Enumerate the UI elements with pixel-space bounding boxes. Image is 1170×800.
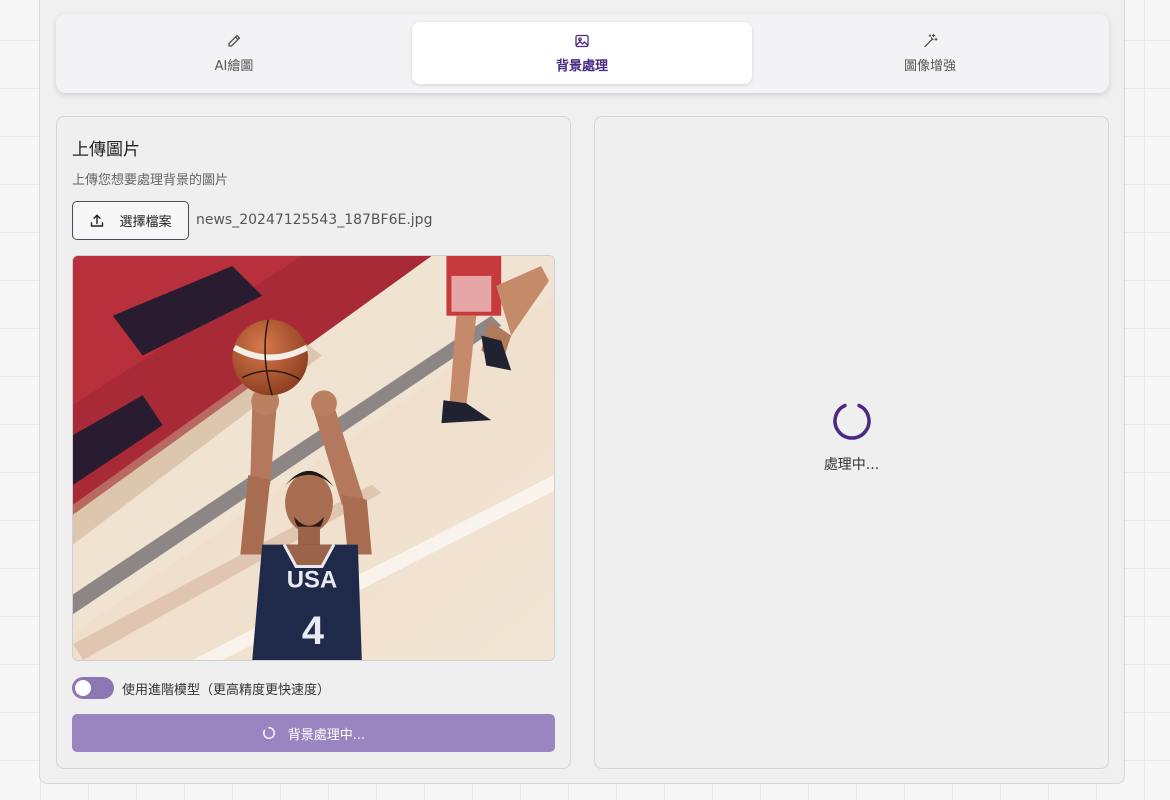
upload-subtitle: 上傳您想要處理背景的圖片: [72, 173, 229, 188]
toggle-knob: [75, 680, 91, 696]
upload-icon: [91, 214, 104, 227]
choose-file-label: 選擇檔案: [119, 215, 172, 230]
tab-ai-drawing-label: AI繪圖: [214, 58, 254, 74]
upload-title: 上傳圖片: [72, 140, 140, 160]
tab-background-processing-label: 背景處理: [555, 58, 608, 74]
image-preview: USA 4: [72, 255, 555, 661]
selected-file-name: news_20247125543_187BF6E.jpg: [196, 212, 433, 228]
magic-wand-icon: [924, 33, 938, 47]
advanced-model-toggle[interactable]: [72, 677, 114, 699]
tab-image-enhance-label: 圖像增強: [903, 58, 956, 74]
spinner-icon: [262, 727, 275, 739]
tab-ai-drawing[interactable]: AI繪圖: [64, 22, 404, 84]
advanced-model-option: 使用進階模型（更高精度更快速度）: [72, 676, 330, 700]
jersey-number: 4: [302, 609, 324, 653]
advanced-model-label: 使用進階模型（更高精度更快速度）: [122, 682, 331, 698]
basketball-player-photo: USA 4: [73, 256, 554, 660]
pencil-icon: [228, 34, 241, 47]
processing-status: 處理中...: [823, 457, 880, 473]
process-button-label: 背景處理中...: [287, 727, 366, 743]
loading-indicator: 處理中...: [595, 400, 1108, 474]
choose-file-button[interactable]: 選擇檔案: [72, 201, 189, 240]
image-icon: [575, 34, 589, 47]
loading-spinner-icon: [832, 403, 871, 440]
tab-image-enhance[interactable]: 圖像增強: [760, 22, 1100, 84]
jersey-text: USA: [287, 566, 337, 593]
process-background-button[interactable]: 背景處理中...: [72, 714, 555, 752]
tab-background-processing[interactable]: 背景處理: [412, 22, 752, 84]
result-panel: 處理中...: [594, 116, 1109, 769]
mode-tab-bar: AI繪圖 背景處理 圖像增強: [56, 14, 1109, 93]
upload-panel: 上傳圖片 上傳您想要處理背景的圖片 選擇檔案 news_20247125543_…: [56, 116, 571, 769]
